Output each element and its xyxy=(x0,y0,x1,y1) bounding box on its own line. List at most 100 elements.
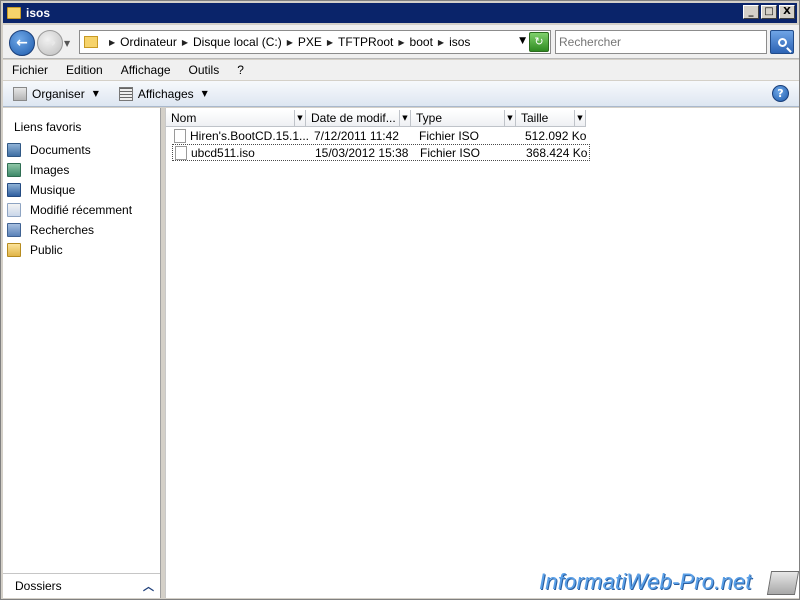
column-header-name[interactable]: Nom ▼ xyxy=(166,110,306,127)
menu-affichage[interactable]: Affichage xyxy=(121,63,171,77)
column-header-label: Date de modif... xyxy=(311,111,396,125)
forward-arrow-icon: → xyxy=(44,35,56,51)
file-icon xyxy=(175,145,187,160)
column-header-label: Nom xyxy=(171,111,197,125)
chevron-right-icon[interactable]: ▶ xyxy=(398,38,404,47)
file-list-pane: Nom ▼ Date de modif... ▼ Type ▼ Taille ▼… xyxy=(165,108,799,598)
images-icon xyxy=(7,163,21,177)
file-name: ubcd511.iso xyxy=(191,145,255,160)
history-dropdown-icon[interactable]: ▼ xyxy=(64,39,70,48)
search-button[interactable] xyxy=(770,30,794,54)
menu-fichier[interactable]: Fichier xyxy=(12,63,48,77)
column-headers: Nom ▼ Date de modif... ▼ Type ▼ Taille ▼ xyxy=(166,110,586,127)
sidebar-item-musique[interactable]: Musique xyxy=(7,180,132,200)
breadcrumb-ordinateur[interactable]: Ordinateur xyxy=(120,35,177,49)
organize-icon xyxy=(13,86,27,101)
breadcrumb-tftproot[interactable]: TFTPRoot xyxy=(338,35,393,49)
menu-help[interactable]: ? xyxy=(237,63,244,77)
sidebar-item-recherches[interactable]: Recherches xyxy=(7,220,132,240)
menu-bar: Fichier Edition Affichage Outils ? xyxy=(3,60,799,80)
organize-button[interactable]: Organiser ▼ xyxy=(13,86,99,101)
public-folder-icon xyxy=(7,243,21,257)
views-icon xyxy=(118,86,133,101)
chevron-down-icon[interactable]: ▼ xyxy=(399,110,410,126)
favorites-title: Liens favoris xyxy=(14,120,82,134)
folder-icon xyxy=(7,7,21,19)
breadcrumb-boot[interactable]: boot xyxy=(410,35,433,49)
chevron-up-icon[interactable]: ︿ xyxy=(143,578,154,594)
column-header-label: Type xyxy=(416,111,443,125)
chevron-down-icon[interactable]: ▼ xyxy=(574,110,585,126)
chevron-right-icon[interactable]: ▶ xyxy=(182,38,188,47)
back-arrow-icon: ← xyxy=(16,35,28,51)
chevron-down-icon[interactable]: ▼ xyxy=(504,110,515,126)
navigation-pane: Liens favoris Documents Images Musique M… xyxy=(3,108,161,598)
sidebar-item-public[interactable]: Public xyxy=(7,240,132,260)
breadcrumb-pxe[interactable]: PXE xyxy=(298,35,322,49)
title-bar[interactable]: isos _ □ X xyxy=(3,3,797,23)
column-header-type[interactable]: Type ▼ xyxy=(411,110,516,127)
sidebar-item-label: Modifié récemment xyxy=(30,203,133,217)
search-icon xyxy=(777,37,787,47)
sidebar-item-recent[interactable]: Modifié récemment xyxy=(7,200,132,220)
breadcrumb-isos[interactable]: isos xyxy=(449,35,470,49)
help-button[interactable]: ? xyxy=(772,85,789,102)
back-button[interactable]: ← xyxy=(9,30,35,56)
window-controls: _ □ X xyxy=(743,5,795,19)
sidebar-item-label: Recherches xyxy=(30,223,95,237)
breadcrumb-disque-local[interactable]: Disque local (C:) xyxy=(193,35,282,49)
minimize-button[interactable]: _ xyxy=(743,5,759,19)
file-size: 368.424 Ko xyxy=(526,145,588,160)
views-button[interactable]: Affichages ▼ xyxy=(118,86,208,101)
chevron-down-icon: ▼ xyxy=(201,89,208,98)
table-row[interactable]: ubcd511.iso 15/03/2012 15:38 Fichier ISO… xyxy=(172,144,590,161)
searches-icon xyxy=(7,223,21,237)
folder-icon xyxy=(84,36,98,48)
chevron-right-icon[interactable]: ▶ xyxy=(287,38,293,47)
address-bar[interactable]: ▶ Ordinateur ▶ Disque local (C:) ▶ PXE ▶ TFT… xyxy=(79,30,551,54)
documents-icon xyxy=(7,143,21,157)
close-button[interactable]: X xyxy=(779,5,795,19)
sidebar-item-label: Images xyxy=(30,163,70,177)
folders-label: Dossiers xyxy=(15,579,62,593)
favorites-list: Documents Images Musique Modifié récemme… xyxy=(7,140,132,260)
site-watermark: InformatiWeb-Pro.net xyxy=(539,569,752,594)
forward-button[interactable]: → xyxy=(37,30,63,56)
sidebar-item-images[interactable]: Images xyxy=(7,160,132,180)
column-header-size[interactable]: Taille ▼ xyxy=(516,110,586,127)
music-icon xyxy=(7,183,21,197)
folders-toggle[interactable]: Dossiers ︿ xyxy=(3,573,160,598)
organize-label: Organiser xyxy=(32,86,85,101)
chevron-right-icon[interactable]: ▶ xyxy=(438,38,444,47)
sidebar-item-documents[interactable]: Documents xyxy=(7,140,132,160)
search-box[interactable] xyxy=(555,30,767,54)
refresh-icon: ↻ xyxy=(534,35,544,48)
chevron-down-icon[interactable]: ▼ xyxy=(294,110,305,126)
file-date: 7/12/2011 11:42 xyxy=(314,128,399,143)
recent-places-icon xyxy=(7,203,21,217)
file-name: Hiren's.BootCD.15.1... xyxy=(190,128,310,143)
command-bar: Organiser ▼ Affichages ▼ ? xyxy=(3,81,799,107)
sidebar-item-label: Documents xyxy=(30,143,91,157)
search-input[interactable] xyxy=(556,31,766,53)
maximize-button[interactable]: □ xyxy=(761,5,777,19)
sidebar-item-label: Public xyxy=(30,243,63,257)
chevron-down-icon: ▼ xyxy=(92,89,99,98)
chevron-right-icon[interactable]: ▶ xyxy=(327,38,333,47)
sidebar-item-label: Musique xyxy=(30,183,76,197)
chevron-right-icon[interactable]: ▶ xyxy=(109,38,115,47)
file-icon xyxy=(174,128,186,143)
refresh-button[interactable]: ↻ xyxy=(529,32,549,52)
file-rows: Hiren's.BootCD.15.1... 7/12/2011 11:42 F… xyxy=(172,127,590,161)
file-date: 15/03/2012 15:38 xyxy=(315,145,409,160)
menu-outils[interactable]: Outils xyxy=(189,63,220,77)
explorer-window: isos _ □ X ← → ▼ ▶ Ordinateur ▶ Disque loc… xyxy=(0,0,800,600)
window-title: isos xyxy=(26,6,51,20)
address-dropdown-icon[interactable]: ▼ xyxy=(519,36,526,46)
table-row[interactable]: Hiren's.BootCD.15.1... 7/12/2011 11:42 F… xyxy=(172,127,590,144)
laptop-logo-icon xyxy=(766,571,800,595)
column-header-date[interactable]: Date de modif... ▼ xyxy=(306,110,411,127)
file-type: Fichier ISO xyxy=(420,145,481,160)
menu-edition[interactable]: Edition xyxy=(66,63,103,77)
file-size: 512.092 Ko xyxy=(525,128,587,143)
